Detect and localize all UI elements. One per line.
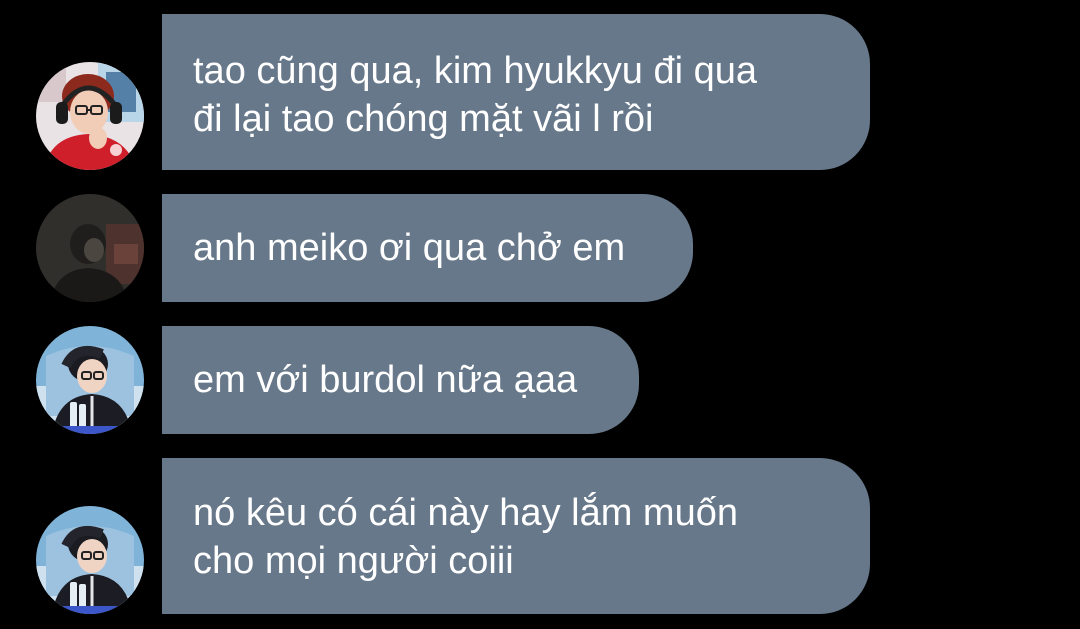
message-text: cho mọi người coiii (193, 540, 514, 582)
avatar[interactable] (36, 506, 144, 614)
avatar-player-glasses-blue-chair-icon (36, 506, 144, 614)
avatar-dark-figure-icon (36, 194, 144, 302)
message-text: nó kêu có cái này hay lắm muốn (193, 492, 738, 534)
avatar[interactable] (36, 326, 144, 434)
avatar-red-jersey-headset-icon (36, 62, 144, 170)
avatar[interactable] (36, 62, 144, 170)
message-bubble[interactable]: anh meiko ơi qua chở em (162, 194, 693, 302)
avatar[interactable] (36, 194, 144, 302)
chat-thread: tao cũng qua, kim hyukkyu đi qua đi lại … (0, 0, 1080, 629)
message-bubble[interactable]: nó kêu có cái này hay lắm muốn cho mọi n… (162, 458, 870, 614)
avatar-player-glasses-blue-chair-icon (36, 326, 144, 434)
message-bubble[interactable]: em với burdol nữa ạaa (162, 326, 639, 434)
message-text: tao cũng qua, kim hyukkyu đi qua (193, 50, 758, 92)
message-text: em với burdol nữa ạaa (193, 359, 578, 401)
message-text: đi lại tao chóng mặt vãi l rồi (193, 98, 654, 140)
message-bubble[interactable]: tao cũng qua, kim hyukkyu đi qua đi lại … (162, 14, 870, 170)
message-text: anh meiko ơi qua chở em (193, 227, 626, 269)
